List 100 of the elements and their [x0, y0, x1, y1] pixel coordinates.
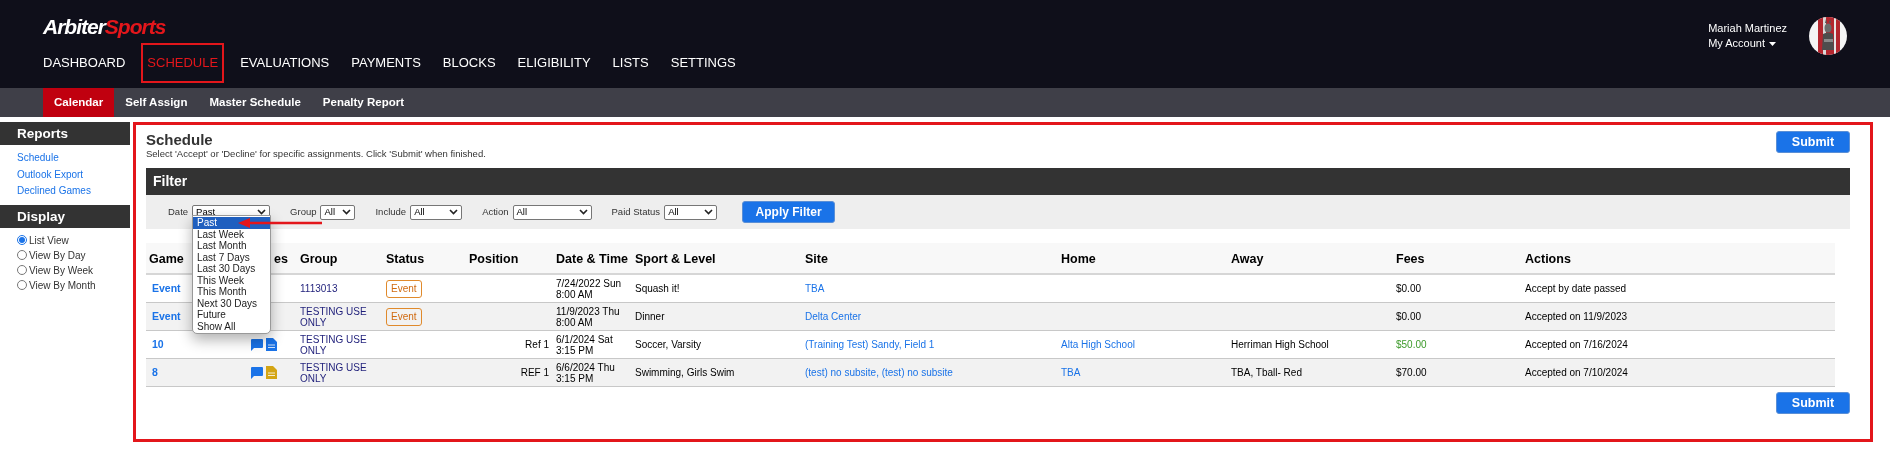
site-link[interactable]: Delta Center [805, 311, 862, 322]
chat-icon[interactable] [250, 338, 263, 351]
status-badge: Event [386, 307, 422, 326]
section-header: Reports [0, 122, 130, 145]
table-cell: Herriman High School [1231, 339, 1329, 350]
column-header: Date & Time [556, 252, 628, 266]
column-header: Group [300, 252, 338, 266]
subnav-tab[interactable]: Master Schedule [198, 88, 312, 117]
table-cell: Accepted on 11/9/2023 [1525, 311, 1628, 322]
dropdown-option[interactable]: Last Week [193, 228, 270, 240]
column-header: Position [469, 252, 519, 266]
table-cell: TBA, Tball- Red [1231, 367, 1302, 378]
dropdown-option[interactable]: Next 30 Days [193, 297, 270, 309]
radio-icon[interactable] [17, 235, 27, 245]
table-cell-text: 6/6/2024 Thu 3:15 PM [555, 361, 616, 384]
nav-item[interactable]: DASHBOARD [37, 43, 132, 83]
column-header: Home [1061, 252, 1096, 266]
section-header: Display [0, 204, 130, 228]
radio-option[interactable]: List View [17, 232, 130, 248]
user-name: Mariah Martinez [1708, 21, 1787, 36]
site-link[interactable]: TBA [805, 283, 825, 294]
subnav-tab[interactable]: Self Assign [114, 88, 199, 117]
table-cell-text: TESTING USE ONLY [299, 333, 368, 356]
table-cell-text: Swimming, Girls Swim [634, 366, 736, 380]
apply-filter-button[interactable]: Apply Filter [742, 201, 836, 223]
table-cell: $50.00 [1396, 339, 1427, 350]
sidebar-link[interactable]: Outlook Export [17, 166, 84, 183]
dropdown-option[interactable]: Last Month [193, 240, 270, 252]
site-link[interactable]: (test) no subsite, (test) no subsite [805, 367, 953, 378]
page-title: Schedule [146, 131, 214, 148]
table-cell-text: 6/1/2024 Sat 3:15 PM [555, 333, 614, 356]
table-cell-text: 1113013 [299, 283, 339, 294]
select-field[interactable]: All [320, 204, 356, 220]
dropdown-option[interactable]: Show All [193, 320, 270, 332]
submit-button[interactable]: Submit [1776, 392, 1850, 414]
radio-option[interactable]: View By Month [17, 277, 130, 293]
sidebar-link[interactable]: Declined Games [17, 183, 91, 200]
filter-label: Action [482, 204, 509, 219]
site-link[interactable]: (Training Test) Sandy, Field 1 [805, 339, 935, 350]
nav-item[interactable]: LISTS [606, 43, 655, 83]
chevron-icon [449, 209, 459, 215]
nav-item[interactable]: BLOCKS [436, 43, 502, 83]
filter-label: Include [375, 204, 407, 219]
subnav-tab[interactable]: Calendar [43, 88, 115, 117]
radio-icon[interactable] [17, 250, 27, 260]
chevron-icon [704, 209, 714, 215]
table-cell-text: 11/9/2023 Thu 8:00 AM [555, 305, 621, 328]
dropdown-option[interactable]: This Week [193, 274, 270, 286]
document-icon[interactable] [266, 338, 277, 351]
chevron-icon [342, 209, 352, 215]
home-link[interactable]: TBA [1061, 367, 1081, 378]
nav-item[interactable]: SCHEDULE [141, 43, 225, 83]
sidebar-link[interactable]: Schedule [17, 150, 59, 167]
table-cell-text: TESTING USE ONLY [299, 361, 368, 384]
table-cell-text: Squash it! [634, 282, 681, 296]
table-cell: $0.00 [1396, 311, 1422, 322]
submit-button[interactable]: Submit [1776, 131, 1850, 153]
table-cell: Accept by date passed [1525, 283, 1627, 294]
nav-item[interactable]: PAYMENTS [345, 43, 427, 83]
table-cell: Accepted on 7/10/2024 [1525, 367, 1628, 378]
select-field[interactable]: All [512, 204, 592, 220]
select-field[interactable]: All [410, 204, 463, 220]
game-link[interactable]: Event [146, 308, 181, 325]
dropdown-option[interactable]: This Month [193, 286, 270, 298]
dropdown-option[interactable]: Past [193, 217, 270, 229]
radio-option[interactable]: View By Week [17, 262, 130, 278]
table-cell: $70.00 [1396, 367, 1427, 378]
filter-label: Group [290, 204, 317, 219]
dropdown-option[interactable]: Last 30 Days [193, 263, 270, 275]
radio-icon[interactable] [17, 265, 27, 275]
column-header: Sport & Level [635, 252, 716, 266]
table-cell-text: REF 1 [520, 366, 549, 380]
chevron-icon [257, 209, 267, 215]
radio-icon[interactable] [17, 280, 27, 290]
nav-item[interactable]: EVALUATIONS [234, 43, 336, 83]
dropdown-option[interactable]: Last 7 Days [193, 251, 270, 263]
select-field[interactable]: All [664, 204, 718, 220]
dropdown-option[interactable]: Future [193, 309, 270, 321]
home-link[interactable]: Alta High School [1061, 339, 1135, 350]
game-link[interactable]: Event [146, 280, 181, 297]
account-menu[interactable]: My Account [1708, 36, 1787, 51]
subnav-tab[interactable]: Penalty Report [311, 88, 415, 117]
caret-icon [1769, 41, 1776, 46]
game-link[interactable]: 10 [146, 336, 164, 353]
table-cell-text: 7/24/2022 Sun 8:00 AM [555, 277, 623, 300]
column-header: Actions [1525, 252, 1571, 266]
column-header: Away [1231, 252, 1264, 266]
nav-item[interactable]: SETTINGS [664, 43, 742, 83]
filter-label: Paid Status [611, 204, 661, 219]
nav-item[interactable]: ELIGIBILITY [511, 43, 597, 83]
chevron-icon [578, 209, 588, 215]
radio-option[interactable]: View By Day [17, 247, 130, 263]
table-cell-text: Soccer, Varsity [634, 338, 702, 352]
column-header: es [274, 252, 288, 266]
game-link[interactable]: 8 [146, 364, 158, 381]
column-header: Status [386, 252, 425, 266]
column-header: Site [805, 252, 828, 266]
brand-logo[interactable]: ArbiterSports [43, 15, 166, 39]
chat-icon[interactable] [250, 366, 263, 379]
status-badge: Event [386, 279, 422, 298]
